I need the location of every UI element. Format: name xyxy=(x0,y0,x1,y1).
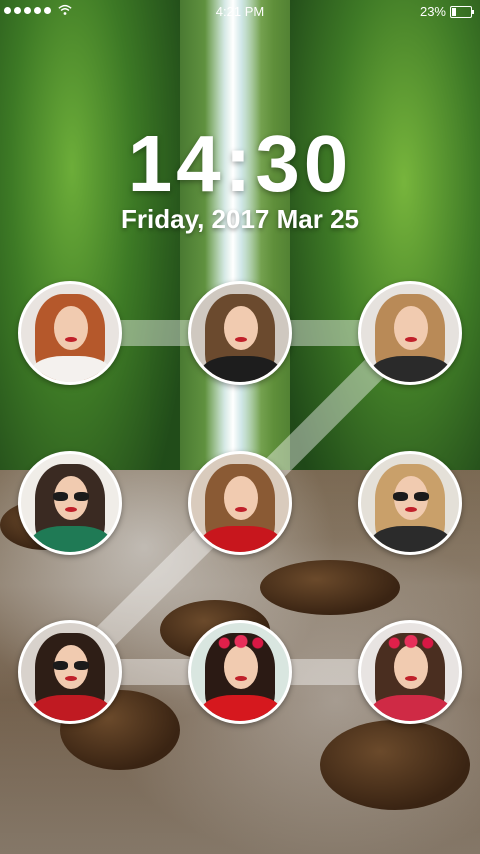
pattern-dot-8[interactable] xyxy=(188,620,292,724)
pattern-dot-3[interactable] xyxy=(358,281,462,385)
portrait-photo xyxy=(361,623,459,721)
pattern-dot-2[interactable] xyxy=(188,281,292,385)
background-cliff-right xyxy=(290,0,480,520)
portrait-photo xyxy=(191,454,289,552)
lock-clock: 14:30 xyxy=(127,119,353,208)
status-time: 4:21 PM xyxy=(215,4,265,19)
portrait-photo xyxy=(361,284,459,382)
pattern-dot-6[interactable] xyxy=(358,451,462,555)
portrait-photo xyxy=(21,623,119,721)
background-rock xyxy=(320,720,470,810)
portrait-photo xyxy=(21,454,119,552)
status-bar: 4:21 PM 23% xyxy=(0,0,480,24)
background-rock xyxy=(260,560,400,615)
portrait-photo xyxy=(191,284,289,382)
pattern-dot-9[interactable] xyxy=(358,620,462,724)
battery-icon xyxy=(450,6,474,18)
pattern-dot-4[interactable] xyxy=(18,451,122,555)
pattern-dot-5[interactable] xyxy=(188,451,292,555)
background-waterfall xyxy=(205,0,261,480)
pattern-dot-1[interactable] xyxy=(18,281,122,385)
portrait-photo xyxy=(191,623,289,721)
pattern-dot-7[interactable] xyxy=(18,620,122,724)
lock-date: Friday, 2017 Mar 25 xyxy=(121,204,359,234)
lock-screen: 4:21 PM 23% 14:30 Friday, 2017 Mar 25 xyxy=(0,0,480,854)
battery-percent: 23% xyxy=(419,4,446,19)
portrait-photo xyxy=(361,454,459,552)
portrait-photo xyxy=(21,284,119,382)
